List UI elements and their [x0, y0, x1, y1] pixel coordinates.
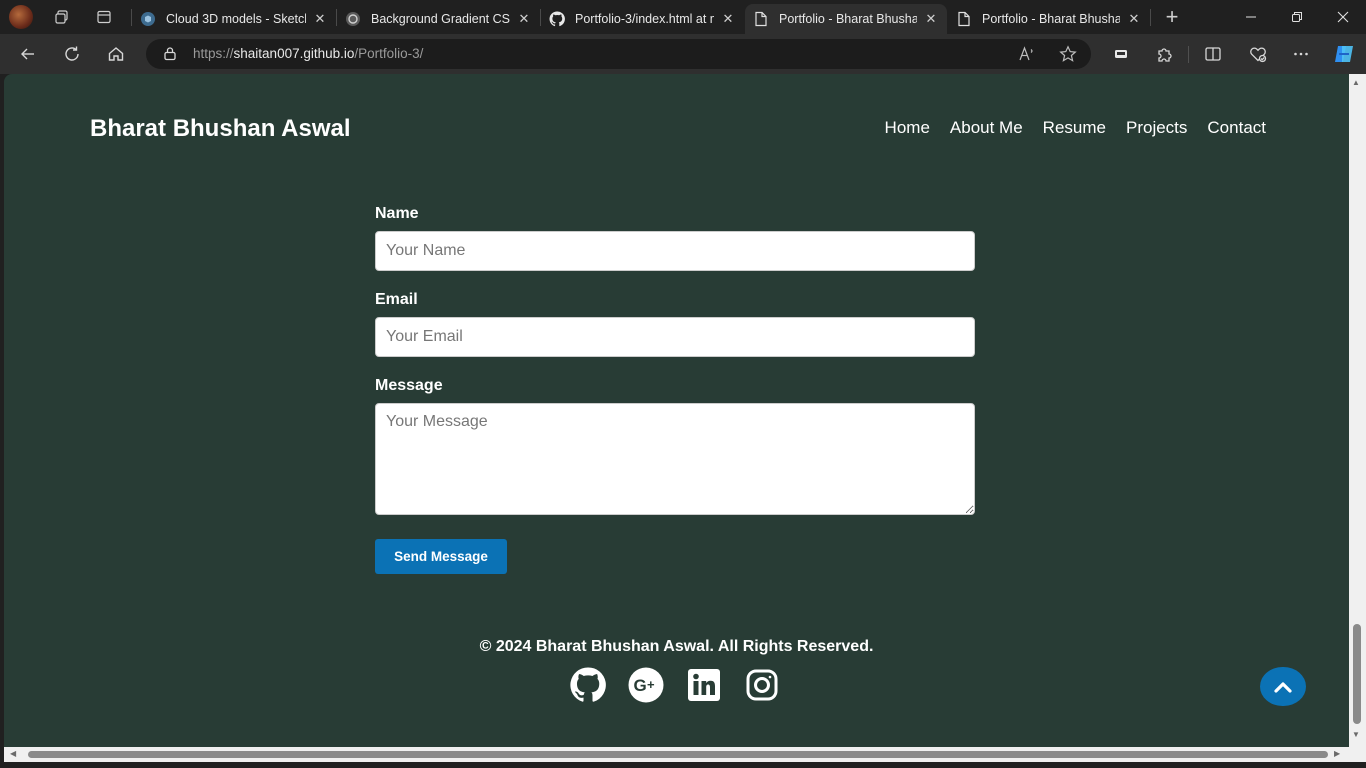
address-bar: https://shaitan007.github.io/Portfolio-3…: [0, 34, 1366, 74]
profile-avatar[interactable]: [9, 5, 33, 29]
tab-portfolio-active[interactable]: Portfolio - Bharat Bhushan Aswal ✕: [745, 4, 947, 34]
read-aloud-icon[interactable]: [1018, 45, 1036, 68]
lock-icon[interactable]: [163, 46, 177, 66]
email-field[interactable]: [375, 317, 975, 357]
send-message-button[interactable]: Send Message: [375, 539, 507, 574]
close-tab-icon[interactable]: ✕: [516, 11, 532, 27]
url-host: shaitan007.github.io: [233, 46, 355, 61]
linkedin-icon[interactable]: [686, 667, 722, 703]
tab-background-gradient[interactable]: Background Gradient CSS ✕: [337, 4, 540, 34]
window-bottom-edge: [0, 762, 1366, 768]
url-bar[interactable]: https://shaitan007.github.io/Portfolio-3…: [146, 39, 1091, 69]
tab-title: Portfolio - Bharat Bhushan Aswal: [779, 12, 917, 26]
extensions-puzzle-icon[interactable]: [1149, 38, 1181, 70]
scrollbar-corner: [1349, 747, 1366, 762]
restore-icon[interactable]: [1274, 0, 1320, 34]
nav-projects[interactable]: Projects: [1126, 118, 1187, 138]
tab-title: Cloud 3D models - Sketchfab: [166, 12, 306, 26]
social-links: G +: [570, 667, 780, 703]
close-window-icon[interactable]: [1320, 0, 1366, 34]
scroll-down-arrow-icon[interactable]: ▼: [1352, 730, 1360, 739]
new-tab-button[interactable]: +: [1154, 0, 1190, 34]
openai-icon: [345, 11, 361, 27]
nav-resume[interactable]: Resume: [1043, 118, 1106, 138]
tab-bar: Cloud 3D models - Sketchfab ✕ Background…: [0, 0, 1366, 34]
tab-title: Background Gradient CSS: [371, 12, 510, 26]
close-tab-icon[interactable]: ✕: [312, 11, 328, 27]
nav-home[interactable]: Home: [885, 118, 930, 138]
home-icon[interactable]: [100, 38, 132, 70]
tab-actions-icon[interactable]: [86, 0, 122, 34]
url-path: /Portfolio-3/: [354, 46, 424, 61]
sketchfab-icon: [140, 11, 156, 27]
scroll-left-arrow-icon[interactable]: ◀: [10, 749, 16, 758]
site-nav: Home About Me Resume Projects Contact: [885, 118, 1266, 138]
extension-icon[interactable]: [1105, 38, 1137, 70]
horizontal-scrollbar[interactable]: ◀ ▶: [4, 747, 1349, 762]
scroll-to-top-button[interactable]: [1260, 667, 1306, 706]
close-tab-icon[interactable]: ✕: [923, 11, 939, 27]
tab-sketchfab[interactable]: Cloud 3D models - Sketchfab ✕: [132, 4, 336, 34]
tab-portfolio[interactable]: Portfolio - Bharat Bhushan Aswal ✕: [948, 4, 1150, 34]
more-options-icon[interactable]: [1285, 38, 1317, 70]
tab-title: Portfolio-3/index.html at main: [575, 12, 714, 26]
contact-form: Name Email Message Send Message: [375, 205, 976, 574]
site-title: Bharat Bhushan Aswal: [90, 115, 351, 142]
message-label: Message: [375, 377, 443, 394]
page-viewport: Bharat Bhushan Aswal Home About Me Resum…: [4, 74, 1349, 747]
refresh-icon[interactable]: [56, 38, 88, 70]
split-screen-icon[interactable]: [1197, 38, 1229, 70]
footer-copyright: © 2024 Bharat Bhushan Aswal. All Rights …: [479, 638, 874, 655]
workspaces-icon[interactable]: [44, 0, 80, 34]
nav-contact[interactable]: Contact: [1207, 118, 1266, 138]
tab-github[interactable]: Portfolio-3/index.html at main ✕: [541, 4, 744, 34]
email-label: Email: [375, 291, 418, 308]
page-icon: [956, 11, 972, 27]
instagram-icon[interactable]: [744, 667, 780, 703]
browser-essentials-icon[interactable]: [1242, 38, 1274, 70]
scroll-up-arrow-icon[interactable]: ▲: [1352, 78, 1360, 87]
chevron-up-icon: [1274, 681, 1292, 693]
url-scheme: https://: [193, 46, 234, 61]
tab-title: Portfolio - Bharat Bhushan Aswal: [982, 12, 1120, 26]
page-icon: [753, 11, 769, 27]
github-icon[interactable]: [570, 667, 606, 703]
vertical-scrollbar[interactable]: ▲ ▼: [1349, 74, 1366, 747]
back-icon[interactable]: [12, 38, 44, 70]
close-tab-icon[interactable]: ✕: [1126, 11, 1142, 27]
horizontal-scroll-thumb[interactable]: [28, 751, 1328, 758]
favorite-star-icon[interactable]: [1059, 45, 1077, 68]
nav-about-me[interactable]: About Me: [950, 118, 1023, 138]
close-tab-icon[interactable]: ✕: [720, 11, 736, 27]
github-icon: [549, 11, 565, 27]
copilot-icon[interactable]: [1328, 38, 1360, 70]
google-plus-icon[interactable]: G +: [628, 667, 664, 703]
minimize-icon[interactable]: [1228, 0, 1274, 34]
vertical-scroll-thumb[interactable]: [1353, 624, 1361, 724]
url-text[interactable]: https://shaitan007.github.io/Portfolio-3…: [193, 46, 423, 61]
scroll-right-arrow-icon[interactable]: ▶: [1334, 749, 1340, 758]
name-field[interactable]: [375, 231, 975, 271]
svg-text:+: +: [647, 677, 655, 692]
name-label: Name: [375, 205, 419, 222]
message-field[interactable]: [375, 403, 975, 515]
svg-text:G: G: [634, 676, 647, 695]
